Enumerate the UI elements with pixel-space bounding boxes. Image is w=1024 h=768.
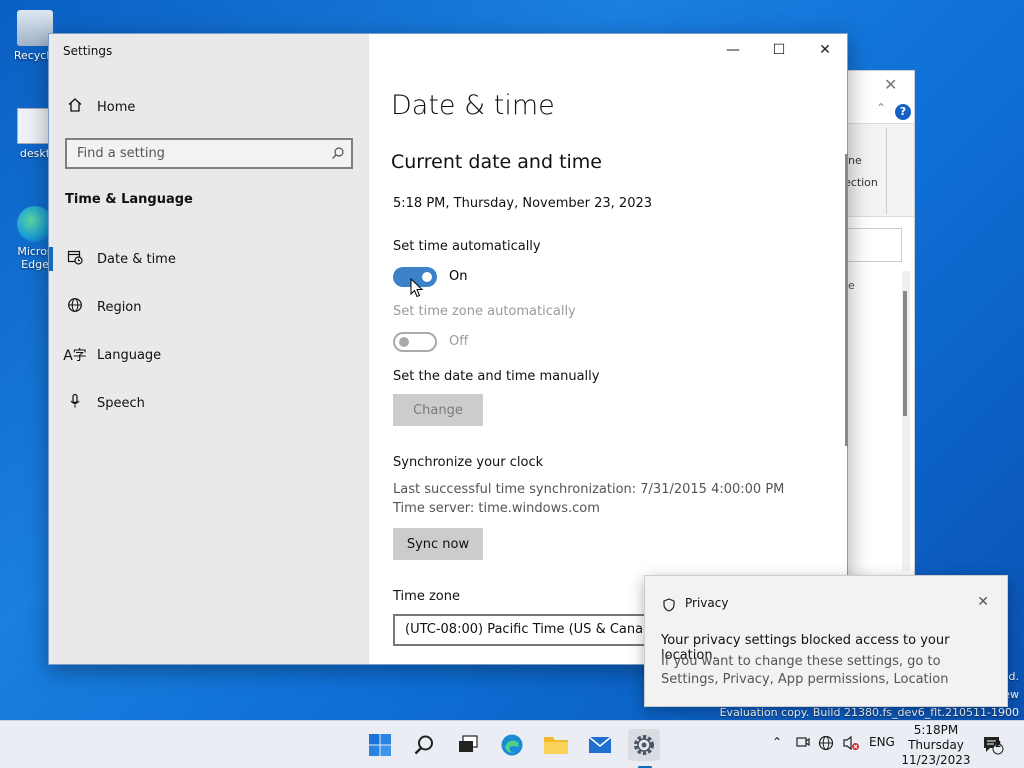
close-icon[interactable]: ✕: [884, 75, 897, 94]
chevron-up-icon[interactable]: ⌃: [876, 101, 886, 115]
sidebar: Settings Home Time & Language Date & tim…: [49, 34, 369, 664]
home-icon: [49, 97, 97, 117]
sidebar-item-label: Language: [97, 347, 162, 363]
toggle-state-label: On: [449, 269, 468, 284]
set-tz-auto-label: Set time zone automatically: [393, 304, 576, 319]
chevron-up-icon[interactable]: ⌃: [772, 735, 782, 749]
clock[interactable]: 5:18PM Thursday 11/23/2023: [900, 723, 972, 768]
close-icon[interactable]: ✕: [977, 594, 989, 610]
toast-detail: If you want to change these settings, go…: [661, 654, 949, 687]
language-icon: A字: [63, 348, 87, 364]
set-time-auto-label: Set time automatically: [393, 239, 541, 254]
windows-logo-icon: [369, 734, 391, 756]
ribbon-text: ne: [848, 154, 862, 167]
clock-date: 11/23/2023: [901, 753, 971, 767]
section-heading: Current date and time: [391, 151, 602, 173]
mail-button[interactable]: [584, 729, 616, 761]
scrollbar[interactable]: [902, 271, 910, 571]
sync-last-text: Last successful time synchronization: 7/…: [393, 482, 785, 497]
scrollbar-thumb[interactable]: [903, 291, 907, 416]
sidebar-item-label: Date & time: [97, 251, 176, 267]
sync-now-button[interactable]: Sync now: [393, 528, 483, 560]
desktop-icon-label: deskt: [19, 147, 51, 160]
task-view-icon: [459, 735, 478, 752]
maximize-button[interactable]: ☐: [756, 34, 802, 66]
set-tz-auto-toggle[interactable]: [393, 332, 437, 352]
sidebar-item-home[interactable]: Home: [49, 90, 369, 124]
close-button[interactable]: ✕: [802, 34, 848, 66]
toggle-knob: [399, 337, 409, 347]
camera-icon[interactable]: [796, 735, 810, 753]
ribbon-text: ection: [844, 176, 878, 189]
scrollbar[interactable]: [845, 154, 848, 446]
section-title: Time & Language: [65, 192, 193, 207]
toggle-state-label: Off: [449, 334, 469, 349]
evaluation-text: Evaluation copy. Build 21380.fs_dev6_flt…: [719, 706, 1019, 719]
search-icon[interactable]: [331, 146, 345, 160]
active-indicator: [49, 247, 53, 271]
sidebar-item-label: Region: [97, 299, 142, 315]
mouse-cursor-icon: [410, 278, 424, 298]
search-button[interactable]: [408, 729, 440, 761]
folder-icon: [544, 737, 568, 754]
divider: [886, 128, 887, 214]
edge-icon: [501, 734, 523, 756]
current-date-time: 5:18 PM, Thursday, November 23, 2023: [393, 196, 653, 211]
minimize-button[interactable]: —: [710, 34, 756, 66]
search-input[interactable]: [67, 140, 323, 167]
toast-app-name: Privacy: [685, 596, 729, 610]
file-explorer-button[interactable]: [540, 729, 572, 761]
microphone-icon: [49, 393, 97, 413]
globe-icon: [49, 297, 97, 317]
network-globe-icon[interactable]: [818, 735, 834, 755]
privacy-toast[interactable]: Privacy ✕ Your privacy settings blocked …: [644, 575, 1008, 707]
edge-taskbar-button[interactable]: [496, 729, 528, 761]
sidebar-item-speech[interactable]: Speech: [49, 383, 369, 423]
sidebar-item-label: Speech: [97, 395, 145, 411]
start-button[interactable]: [364, 729, 396, 761]
volume-muted-icon[interactable]: [842, 735, 860, 755]
search-box[interactable]: [65, 138, 353, 169]
clock-time: 5:18PM: [913, 723, 959, 737]
mail-icon: [588, 736, 612, 753]
settings-window: Settings Home Time & Language Date & tim…: [48, 33, 848, 665]
notification-center-button[interactable]: 2: [982, 735, 1004, 755]
notification-count: 2: [995, 740, 1002, 750]
ribbon: ne ection: [844, 123, 914, 217]
content-text: e: [848, 279, 855, 292]
sidebar-item-date-time[interactable]: Date & time: [49, 239, 369, 279]
time-zone-label: Time zone: [393, 589, 460, 604]
help-icon[interactable]: ?: [895, 104, 911, 120]
sidebar-item-language[interactable]: A字 Language: [49, 335, 369, 375]
window-title: Settings: [63, 44, 113, 58]
search-icon: [414, 735, 433, 755]
background-window[interactable]: ✕ ⌃ ? ne ection e: [842, 70, 915, 578]
shield-icon: [663, 598, 675, 612]
page-title: Date & time: [391, 90, 555, 121]
task-view-button[interactable]: [452, 729, 484, 761]
gear-icon: [634, 735, 654, 755]
sync-server-text: Time server: time.windows.com: [393, 501, 600, 516]
clock-day: Thursday: [908, 738, 964, 752]
manual-label: Set the date and time manually: [393, 369, 600, 384]
text-field[interactable]: [842, 228, 902, 262]
settings-taskbar-button[interactable]: [628, 729, 660, 761]
taskbar: ⌃ ENG 5:18PM Thursday 11/23/2023 2: [0, 720, 1024, 768]
calendar-clock-icon: [49, 249, 97, 269]
language-indicator[interactable]: ENG: [869, 735, 895, 749]
sidebar-item-label: Home: [97, 99, 136, 115]
change-button[interactable]: Change: [393, 394, 483, 426]
sidebar-item-region[interactable]: Region: [49, 287, 369, 327]
sync-heading: Synchronize your clock: [393, 455, 544, 470]
evaluation-text: d.: [1008, 670, 1019, 683]
